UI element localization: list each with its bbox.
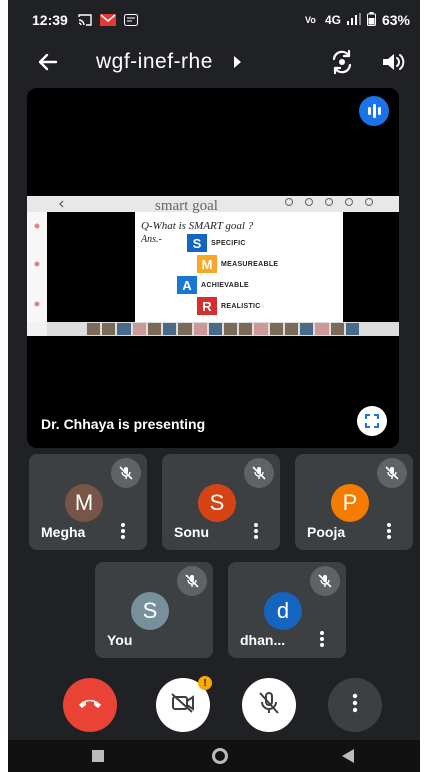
status-bar: 12:39 Vo 4G 63% (8, 0, 420, 40)
more-vert-icon[interactable] (320, 631, 324, 647)
thumbnail-strip (47, 322, 399, 336)
slide: smart goal Q-What is SMART goal ? Ans.- … (135, 198, 343, 322)
share-icon (325, 198, 333, 206)
slide-question: Q-What is SMART goal ? (141, 220, 254, 232)
mic-off-icon (258, 691, 280, 720)
toggle-mic-button[interactable] (242, 678, 296, 732)
meeting-details-caret-icon[interactable] (234, 56, 241, 68)
cast-icon (78, 13, 92, 27)
meeting-code[interactable]: wgf-inef-rhe (96, 50, 213, 74)
home-icon[interactable] (212, 748, 228, 764)
smart-item-realistic: R REALISTIC (197, 297, 261, 315)
viewer-side-strip (27, 212, 47, 322)
participant-tile-self[interactable]: S You (95, 562, 213, 658)
smart-letter: S (187, 234, 207, 252)
participant-name: Megha (41, 524, 86, 540)
slide-answer-prefix: Ans.- (141, 234, 162, 245)
video-off-icon (170, 692, 196, 718)
mic-off-icon (377, 458, 407, 488)
gmail-icon (99, 13, 116, 27)
more-vert-icon (352, 693, 358, 718)
smart-letter: R (197, 297, 217, 315)
avatar: S (131, 592, 169, 630)
participant-tile[interactable]: d dhan... (228, 562, 346, 658)
smart-item-specific: S SPECIFIC (187, 234, 246, 252)
more-vert-icon[interactable] (387, 523, 391, 539)
end-call-button[interactable] (63, 678, 117, 732)
smart-letter: M (197, 255, 217, 273)
avatar: M (65, 484, 103, 522)
slide-title: smart goal (155, 198, 218, 214)
participant-name: Pooja (307, 524, 346, 540)
participant-name: dhan... (240, 632, 286, 648)
smart-word: MEASUREABLE (221, 260, 279, 268)
battery-icon (366, 11, 376, 29)
smart-item-measureable: M MEASUREABLE (197, 255, 278, 273)
system-nav-bar (8, 740, 420, 772)
back-arrow-icon[interactable] (36, 50, 60, 74)
mic-off-icon (310, 566, 340, 596)
viewer-toolbar-icons (285, 198, 373, 206)
heart-icon (285, 198, 293, 206)
more-options-button[interactable] (328, 678, 382, 732)
smart-item-achievable: A ACHIEVABLE (177, 276, 249, 294)
smart-word: SPECIFIC (211, 239, 246, 247)
avatar: d (264, 592, 302, 630)
avatar: S (198, 484, 236, 522)
video-warning-badge: ! (198, 676, 212, 690)
smart-word: ACHIEVABLE (201, 281, 249, 289)
delete-icon (345, 198, 353, 206)
status-right: Vo 4G 63% (305, 11, 410, 29)
end-call-icon (77, 696, 103, 715)
presenter-label: Dr. Chhaya is presenting (41, 416, 206, 432)
shared-screen: smart goal Q-What is SMART goal ? Ans.- … (27, 196, 399, 336)
battery-percent: 63% (381, 12, 410, 28)
meeting-top-bar: wgf-inef-rhe (8, 40, 420, 84)
mic-off-icon (177, 566, 207, 596)
app-notification-icon (123, 13, 138, 27)
fullscreen-icon[interactable] (357, 406, 387, 436)
more-vert-icon[interactable] (254, 523, 258, 539)
view-icon (365, 198, 373, 206)
signal-icon (346, 12, 361, 28)
presentation-view[interactable]: smart goal Q-What is SMART goal ? Ans.- … (27, 88, 399, 448)
participant-tile[interactable]: M Megha (29, 454, 147, 550)
network-type: 4G (324, 13, 341, 27)
letterbox-left (47, 212, 135, 322)
more-vert-icon[interactable] (121, 523, 125, 539)
participant-tile[interactable]: P Pooja (295, 454, 413, 550)
audio-level-icon (359, 96, 389, 126)
system-back-icon[interactable] (342, 749, 354, 763)
participant-name: You (107, 632, 133, 648)
mic-off-icon (111, 458, 141, 488)
letterbox-right (343, 212, 399, 322)
recent-apps-icon[interactable] (92, 750, 104, 762)
toggle-video-button[interactable]: ! (156, 676, 212, 732)
status-time: 12:39 (32, 12, 68, 28)
mic-off-icon (244, 458, 274, 488)
speaker-icon[interactable] (380, 49, 406, 75)
smart-letter: A (177, 276, 197, 294)
camera-switch-icon[interactable] (328, 48, 356, 76)
volte-icon: Vo (305, 13, 319, 27)
participant-name: Sonu (174, 524, 209, 540)
edit-icon (305, 198, 313, 206)
avatar: P (331, 484, 369, 522)
phone-screen: 12:39 Vo 4G 63% wgf-inef-rhe smart goal … (8, 0, 420, 772)
smart-word: REALISTIC (221, 302, 261, 310)
participant-tile[interactable]: S Sonu (162, 454, 280, 550)
svg-text:Vo: Vo (305, 15, 316, 24)
